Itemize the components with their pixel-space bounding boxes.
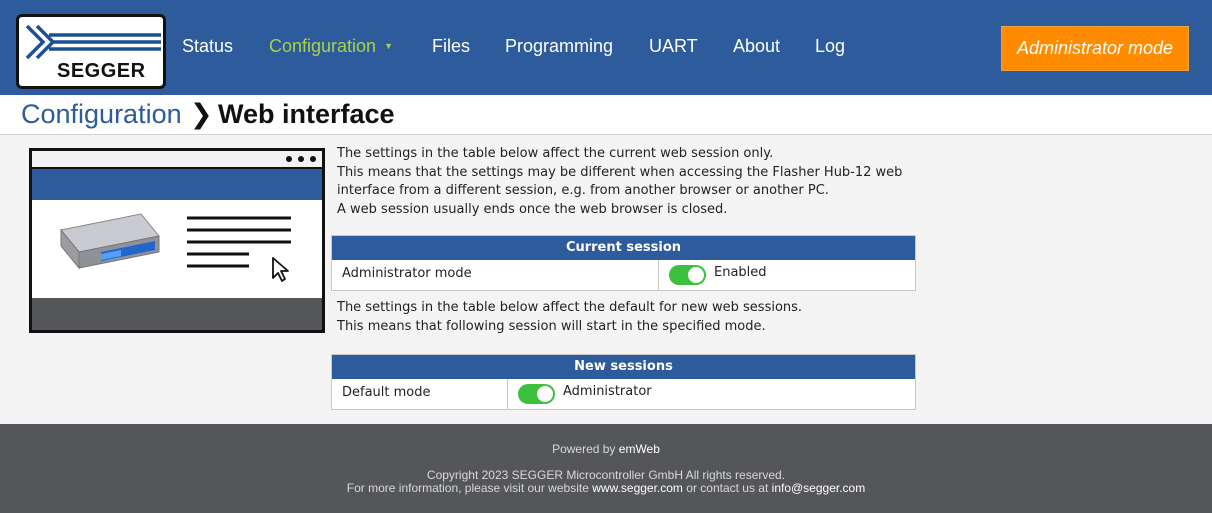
description-line: interface from a different session, e.g.…	[337, 183, 829, 198]
default-mode-label: Default mode	[342, 385, 431, 400]
cell-divider	[507, 379, 508, 409]
top-header: SEGGER Status Configuration ▼ Files Progr…	[0, 0, 1212, 95]
breadcrumb: Configuration ❯ Web interface	[0, 95, 1212, 135]
table-title: New sessions	[332, 355, 915, 379]
segger-logo[interactable]: SEGGER	[16, 14, 166, 89]
default-mode-toggle[interactable]	[518, 384, 555, 404]
web-interface-illustration	[29, 148, 325, 333]
nav-configuration-label: Configuration	[269, 36, 377, 56]
new-sessions-table: New sessions Default mode Administrator	[331, 354, 916, 410]
cell-divider	[658, 260, 659, 290]
current-session-table: Current session Administrator mode Enabl…	[331, 235, 916, 291]
powered-by: Powered by emWeb	[0, 442, 1212, 456]
copyright-text: Copyright 2023 SEGGER Microcontroller Gm…	[426, 468, 786, 482]
logo-text: SEGGER	[57, 60, 146, 82]
contact-info: For more information, please visit our w…	[0, 481, 1212, 495]
breadcrumb-configuration-link[interactable]: Configuration	[21, 99, 182, 130]
administrator-mode-label: Administrator mode	[342, 266, 472, 281]
contact-middle: or contact us at	[686, 481, 769, 495]
nav-log[interactable]: Log	[815, 36, 845, 57]
nav-status[interactable]: Status	[182, 36, 233, 57]
nav-about[interactable]: About	[733, 36, 780, 57]
description-line: The settings in the table below affect t…	[337, 146, 774, 161]
nav-configuration[interactable]: Configuration ▼	[269, 36, 393, 57]
powered-by-prefix: Powered by	[552, 442, 616, 456]
nav-uart[interactable]: UART	[649, 36, 698, 57]
table-row: Default mode Administrator	[332, 379, 915, 409]
administrator-mode-value: Enabled	[714, 265, 767, 280]
administrator-mode-button[interactable]: Administrator mode	[1001, 26, 1189, 71]
contact-prefix: For more information, please visit our w…	[346, 481, 589, 495]
new-sessions-description: The settings in the table below affect t…	[337, 299, 802, 336]
email-link[interactable]: info@segger.com	[772, 481, 866, 495]
table-row: Administrator mode Enabled	[332, 260, 915, 290]
nav-files[interactable]: Files	[432, 36, 470, 57]
chevron-down-icon: ▼	[384, 41, 393, 51]
description-line: A web session usually ends once the web …	[337, 201, 728, 217]
description-line: This means that following session will s…	[337, 318, 766, 334]
description-line: This means that the settings may be diff…	[337, 164, 903, 180]
table-title: Current session	[332, 236, 915, 260]
default-mode-value: Administrator	[563, 384, 652, 399]
segger-chevron-icon	[25, 24, 161, 60]
page-title: Web interface	[218, 99, 395, 129]
description-line: The settings in the table below affect t…	[337, 300, 803, 315]
administrator-mode-toggle[interactable]	[669, 265, 706, 285]
website-link[interactable]: www.segger.com	[592, 481, 683, 495]
nav-programming[interactable]: Programming	[505, 36, 613, 57]
current-session-description: The settings in the table below affect t…	[337, 145, 902, 219]
chevron-right-icon: ❯	[190, 99, 213, 129]
page-footer: Powered by emWeb Copyright 2023 SEGGER M…	[0, 424, 1212, 513]
emweb-link[interactable]: emWeb	[619, 442, 660, 456]
